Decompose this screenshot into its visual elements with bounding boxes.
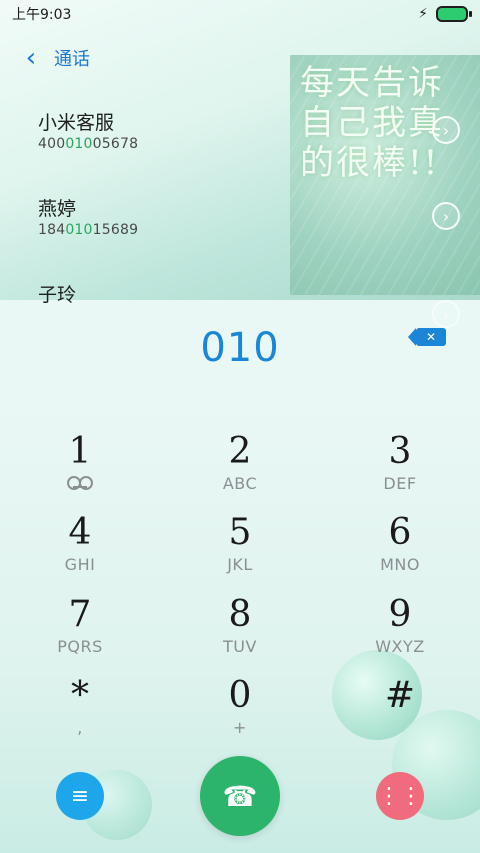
chevron-right-icon[interactable]: › xyxy=(432,116,460,144)
contact-name: 燕婷 xyxy=(38,198,77,220)
key-letters: , xyxy=(77,717,83,737)
contact-item[interactable]: 小米客服 40001005678 › xyxy=(0,92,480,178)
key-letters: PQRS xyxy=(57,636,103,656)
key-digit: 0 xyxy=(228,674,252,716)
key-digit: 8 xyxy=(228,593,252,635)
chevron-right-icon[interactable]: › xyxy=(432,202,460,230)
key-4[interactable]: 4 GHI xyxy=(0,511,160,592)
key-digit: 1 xyxy=(68,431,92,472)
key-letters: MNO xyxy=(380,555,420,575)
page-title: 通话 xyxy=(54,49,90,70)
dial-display: 010 ✕ xyxy=(0,300,480,395)
key-letters: + xyxy=(233,717,247,737)
status-time: 上午9:03 xyxy=(12,7,72,23)
contact-item[interactable]: 燕婷 18401015689 › xyxy=(0,178,480,264)
key-letters: TUV xyxy=(223,636,257,656)
dialed-number: 010 xyxy=(200,324,280,371)
menu-button[interactable]: ≡ xyxy=(56,772,104,820)
call-button[interactable]: ☎ xyxy=(200,756,280,836)
key-digit: 2 xyxy=(228,431,252,472)
key-letters: ABC xyxy=(222,474,258,493)
key-7[interactable]: 7 PQRS xyxy=(0,593,160,674)
key-hash[interactable]: # xyxy=(320,674,480,755)
key-star[interactable]: * , xyxy=(0,674,160,755)
header: ‹ 通话 xyxy=(0,38,480,78)
bottom-actions: ≡ ☎ ⋮⋮ xyxy=(0,752,480,853)
key-digit: 4 xyxy=(68,512,92,554)
contact-number: 40001005678 xyxy=(38,136,139,152)
key-1[interactable]: 1 xyxy=(0,430,160,511)
key-0[interactable]: 0 + xyxy=(160,674,320,755)
key-6[interactable]: 6 MNO xyxy=(320,511,480,592)
battery-icon xyxy=(436,6,472,22)
key-digit: 5 xyxy=(228,512,252,554)
key-8[interactable]: 8 TUV xyxy=(160,593,320,674)
backspace-icon[interactable]: ✕ xyxy=(408,328,446,346)
key-letters: WXYZ xyxy=(375,636,425,656)
keypad-icon: ⋮⋮ xyxy=(378,783,422,809)
voicemail-icon xyxy=(67,476,93,490)
key-9[interactable]: 9 WXYZ xyxy=(320,593,480,674)
key-letters: GHI xyxy=(64,555,96,575)
back-arrow-icon[interactable]: ‹ xyxy=(20,43,42,73)
key-letters: JKL xyxy=(227,555,253,575)
menu-icon: ≡ xyxy=(70,783,90,809)
key-digit: 3 xyxy=(388,431,412,472)
status-bar: 上午9:03 ⚡ xyxy=(0,0,480,28)
key-3[interactable]: 3 DEF xyxy=(320,430,480,511)
keypad-toggle-button[interactable]: ⋮⋮ xyxy=(376,772,424,820)
key-digit: 6 xyxy=(388,512,412,554)
contact-name: 小米客服 xyxy=(38,112,115,134)
key-digit: 9 xyxy=(388,593,412,635)
key-digit: # xyxy=(384,674,416,716)
key-digit: 7 xyxy=(68,593,92,635)
contact-number: 18401015689 xyxy=(38,222,139,238)
dial-pad: 1 2 ABC 3 DEF 4 GHI 5 JKL 6 MNO 7 PQRS 8… xyxy=(0,430,480,755)
key-2[interactable]: 2 ABC xyxy=(160,430,320,511)
key-digit: * xyxy=(71,674,89,716)
bolt-icon: ⚡ xyxy=(418,6,428,22)
status-icons: ⚡ xyxy=(418,6,472,22)
key-letters: DEF xyxy=(383,474,417,493)
key-5[interactable]: 5 JKL xyxy=(160,511,320,592)
phone-call-icon: ☎ xyxy=(222,779,258,813)
